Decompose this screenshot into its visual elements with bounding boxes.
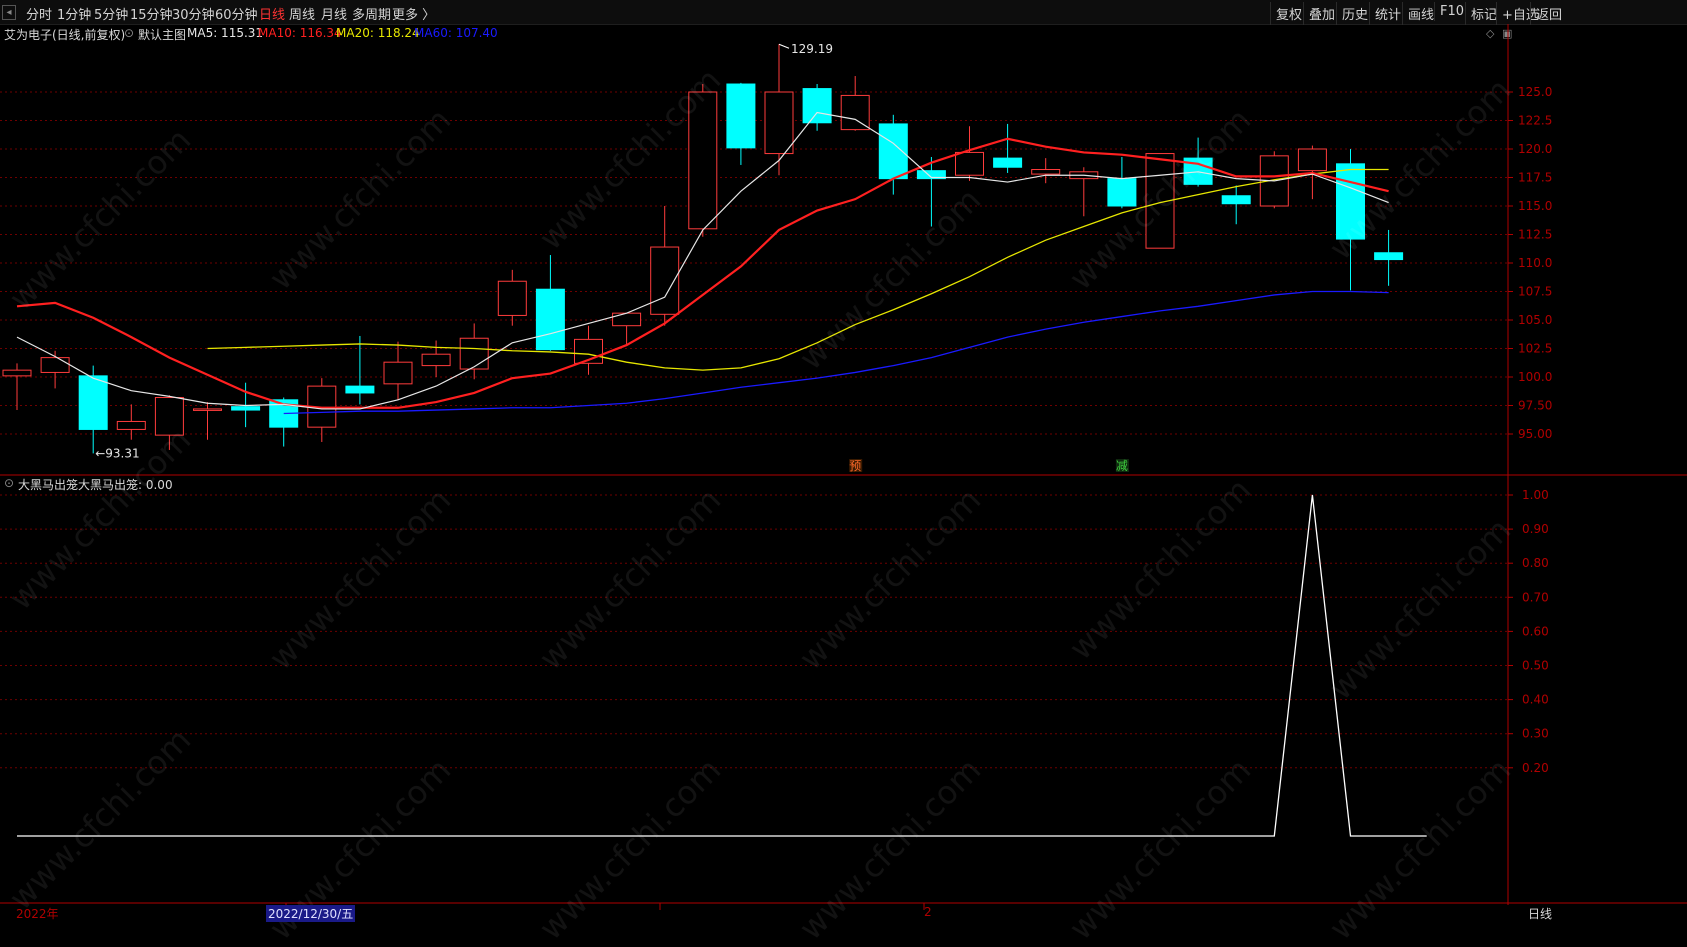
high-price-label: 129.19: [791, 42, 833, 56]
candle-body: [497, 280, 527, 316]
candle-body: [345, 385, 375, 394]
high-marker-line: [778, 43, 790, 49]
indicator-tick-label: 0.30: [1522, 727, 1549, 741]
candle-body: [535, 288, 565, 351]
candle-body: [40, 357, 70, 373]
candle-body: [421, 353, 451, 367]
candle-body: [1297, 148, 1327, 172]
indicator-dropdown-icon[interactable]: ⊙: [4, 476, 14, 490]
price-tick-label: 125.0: [1518, 85, 1552, 99]
ma20-line: [207, 168, 1389, 371]
candle-body: [1336, 163, 1365, 240]
candle-body: [231, 406, 261, 411]
candle-body: [1221, 195, 1251, 205]
candle-body: [383, 361, 413, 385]
candle-body: [878, 123, 908, 180]
price-tick-label: 102.5: [1518, 342, 1552, 356]
indicator-tick-label: 0.70: [1522, 590, 1549, 604]
candle-body: [1107, 178, 1137, 207]
price-tick-label: 110.0: [1518, 256, 1552, 270]
candle-body: [764, 91, 794, 155]
cursor-date-label: 2022/12/30/五: [266, 905, 356, 922]
price-tick-label: 122.5: [1518, 114, 1552, 128]
candle-body: [193, 408, 222, 411]
price-tick-label: 115.0: [1518, 199, 1552, 213]
year-label: 2022年: [16, 907, 59, 921]
candle-body: [1374, 252, 1404, 261]
candle-body: [116, 420, 146, 430]
price-tick-label: 120.0: [1518, 142, 1552, 156]
indicator-value: 大黑马出笼: 0.00: [78, 478, 173, 492]
candle-body: [840, 94, 870, 131]
candle-body: [154, 397, 184, 436]
candle-body: [955, 151, 984, 176]
candle-body: [612, 312, 642, 327]
period-label: 日线: [1528, 907, 1553, 921]
indicator-tick-label: 0.80: [1522, 556, 1549, 570]
price-tick-label: 95.00: [1518, 427, 1552, 441]
indicator-tick-label: 0.90: [1522, 522, 1549, 536]
candle-body: [802, 88, 832, 124]
indicator-tick-label: 0.50: [1522, 659, 1549, 673]
candle-body: [726, 83, 756, 149]
indicator-tick-label: 0.40: [1522, 693, 1549, 707]
candle-body: [993, 157, 1023, 168]
indicator-tick-label: 0.20: [1522, 761, 1549, 775]
low-price-label: ←93.31: [95, 446, 139, 460]
candle-body: [688, 91, 718, 230]
price-tick-label: 97.50: [1518, 399, 1552, 413]
indicator-tick-label: 1.00: [1522, 488, 1549, 502]
kline-chart: 125.0 122.5 120.0 117.5 115.0 112.5 110.0 107.5…: [0, 24, 1687, 910]
forecast-marker: 预: [849, 459, 861, 473]
price-tick-label: 105.0: [1518, 313, 1552, 327]
price-tick-label: 117.5: [1518, 171, 1552, 185]
price-tick-label: 100.0: [1518, 370, 1552, 384]
price-tick-label: 107.5: [1518, 285, 1552, 299]
ma60-line: [283, 290, 1389, 415]
candle-body: [459, 337, 489, 370]
month-label: 2: [924, 905, 932, 919]
indicator-tick-label: 0.60: [1522, 624, 1549, 638]
candle-body: [78, 375, 108, 430]
candle-body: [1031, 169, 1061, 175]
indicator-title[interactable]: 大黑马出笼: [18, 476, 78, 493]
price-tick-label: 112.5: [1518, 228, 1552, 242]
reduction-marker: 减: [1116, 459, 1128, 473]
candle-body: [2, 369, 32, 377]
